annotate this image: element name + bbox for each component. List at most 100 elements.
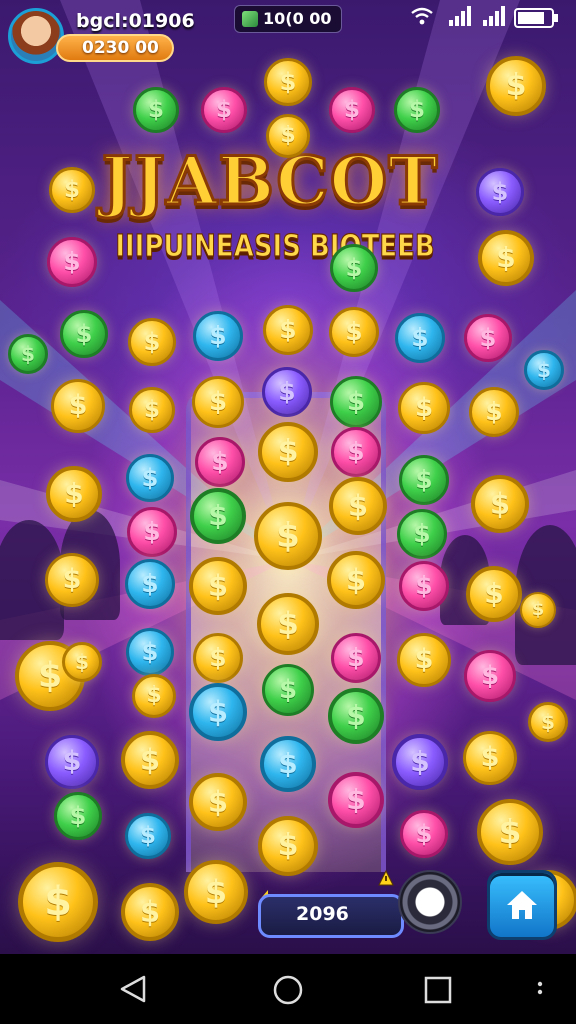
wifi-icon bbox=[411, 7, 433, 25]
pink-dollar-coin: $ bbox=[127, 507, 177, 557]
green-dollar-coin: $ bbox=[60, 310, 108, 358]
dollar-icon: $ bbox=[413, 519, 431, 548]
dollar-icon: $ bbox=[479, 324, 497, 352]
gold-dollar-coin: $ bbox=[264, 58, 312, 106]
dollar-icon: $ bbox=[531, 599, 545, 620]
gold-dollar-coin: $ bbox=[478, 230, 534, 286]
pink-dollar-coin: $ bbox=[47, 237, 97, 287]
purple-dollar-coin: $ bbox=[262, 367, 312, 417]
gold-dollar-coin: $ bbox=[192, 376, 244, 428]
dollar-icon: $ bbox=[141, 569, 159, 598]
dollar-icon: $ bbox=[139, 823, 156, 849]
dollar-icon: $ bbox=[347, 489, 369, 523]
gold-dollar-coin: $ bbox=[258, 422, 318, 482]
dollar-icon: $ bbox=[415, 820, 433, 848]
dollar-icon: $ bbox=[215, 97, 232, 123]
nav-more-icon[interactable] bbox=[536, 978, 544, 1002]
dollar-icon: $ bbox=[139, 895, 161, 929]
dollar-icon: $ bbox=[408, 97, 425, 123]
gold-dollar-coin: $ bbox=[193, 633, 243, 683]
dollar-icon: $ bbox=[64, 477, 84, 510]
dollar-icon: $ bbox=[485, 397, 503, 426]
dollar-icon: $ bbox=[343, 97, 360, 123]
nav-back-icon[interactable] bbox=[118, 974, 148, 1004]
gold-dollar-coin: $ bbox=[49, 167, 95, 213]
gold-dollar-coin: $ bbox=[184, 860, 248, 924]
dollar-icon: $ bbox=[68, 390, 88, 421]
gold-dollar-coin: $ bbox=[258, 816, 318, 876]
dollar-icon: $ bbox=[415, 465, 433, 494]
dollar-icon: $ bbox=[207, 569, 229, 603]
gold-dollar-coin: $ bbox=[189, 557, 247, 615]
dollar-icon: $ bbox=[347, 643, 365, 672]
gold-dollar-coin: $ bbox=[397, 633, 451, 687]
dollar-icon: $ bbox=[44, 879, 72, 925]
player-avatar[interactable] bbox=[8, 8, 64, 64]
dollar-icon: $ bbox=[279, 315, 297, 344]
dollar-icon: $ bbox=[346, 387, 366, 417]
blue-dollar-coin: $ bbox=[189, 683, 247, 741]
signal-icon-2 bbox=[483, 6, 505, 26]
dollar-icon: $ bbox=[537, 358, 551, 382]
green-dollar-coin: $ bbox=[330, 244, 378, 292]
dollar-icon: $ bbox=[143, 517, 161, 546]
dollar-icon: $ bbox=[541, 710, 555, 734]
green-dollar-coin: $ bbox=[394, 87, 440, 133]
gold-dollar-coin: $ bbox=[121, 731, 179, 789]
dollar-icon: $ bbox=[62, 564, 82, 595]
dollar-icon: $ bbox=[411, 323, 429, 352]
dollar-icon: $ bbox=[69, 802, 87, 830]
blue-dollar-coin: $ bbox=[125, 813, 171, 859]
dollar-icon: $ bbox=[346, 699, 366, 732]
pink-dollar-coin: $ bbox=[399, 561, 449, 611]
gold-dollar-coin: $ bbox=[266, 114, 310, 158]
dollar-icon: $ bbox=[211, 447, 229, 476]
pink-dollar-coin: $ bbox=[464, 314, 512, 362]
gold-dollar-coin: $ bbox=[132, 674, 176, 718]
gold-dollar-coin: $ bbox=[189, 773, 247, 831]
game-subtitle: IIIPUINEASIS BIOTEEB bbox=[115, 229, 435, 265]
dollar-icon: $ bbox=[141, 464, 159, 492]
dollar-icon: $ bbox=[345, 563, 367, 597]
spin-knob[interactable] bbox=[398, 870, 462, 934]
gold-dollar-coin: $ bbox=[463, 731, 517, 785]
nav-recent-icon[interactable] bbox=[424, 976, 452, 1004]
dollar-icon: $ bbox=[491, 178, 509, 206]
dollar-icon: $ bbox=[276, 516, 300, 556]
gem-icon bbox=[242, 11, 258, 27]
gold-dollar-coin: $ bbox=[129, 387, 175, 433]
dollar-icon: $ bbox=[278, 377, 296, 406]
dollar-icon: $ bbox=[278, 747, 298, 780]
dollar-icon: $ bbox=[345, 317, 363, 346]
nav-home-icon[interactable] bbox=[272, 974, 304, 1006]
gold-dollar-coin: $ bbox=[471, 475, 529, 533]
dollar-icon: $ bbox=[278, 675, 298, 705]
pink-dollar-coin: $ bbox=[195, 437, 245, 487]
gold-dollar-coin: $ bbox=[329, 307, 379, 357]
blue-dollar-coin: $ bbox=[524, 350, 564, 390]
dollar-icon: $ bbox=[63, 177, 80, 203]
dollar-icon: $ bbox=[147, 97, 164, 123]
blue-dollar-coin: $ bbox=[193, 311, 243, 361]
gold-dollar-coin: $ bbox=[263, 305, 313, 355]
home-icon bbox=[507, 891, 537, 919]
home-button[interactable] bbox=[487, 870, 557, 940]
gold-dollar-coin: $ bbox=[469, 387, 519, 437]
dollar-icon: $ bbox=[346, 783, 366, 816]
gold-dollar-coin: $ bbox=[528, 702, 568, 742]
gem-counter: 10(0 00 bbox=[234, 5, 342, 33]
signal-icon bbox=[449, 6, 471, 26]
blue-dollar-coin: $ bbox=[395, 313, 445, 363]
dollar-icon: $ bbox=[414, 644, 434, 675]
dollar-icon: $ bbox=[415, 571, 433, 600]
green-dollar-coin: $ bbox=[330, 376, 382, 428]
gold-dollar-coin: $ bbox=[254, 502, 322, 570]
dollar-icon: $ bbox=[280, 123, 296, 148]
dollar-icon: $ bbox=[277, 606, 299, 642]
pink-dollar-coin: $ bbox=[331, 633, 381, 683]
pink-dollar-coin: $ bbox=[329, 87, 375, 133]
gold-dollar-coin: $ bbox=[121, 883, 179, 941]
blue-dollar-coin: $ bbox=[260, 736, 316, 792]
gold-dollar-coin: $ bbox=[62, 642, 102, 682]
gold-dollar-coin: $ bbox=[486, 56, 546, 116]
